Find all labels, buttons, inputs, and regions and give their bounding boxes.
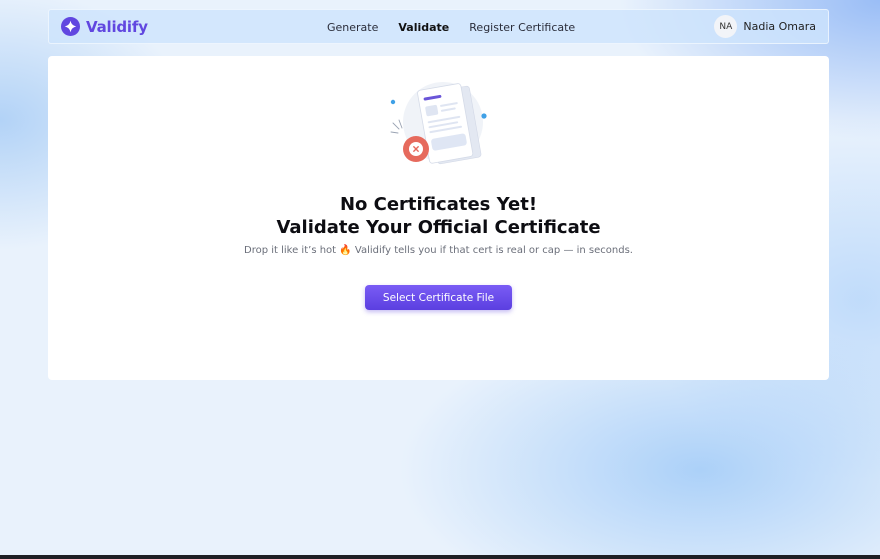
nav-link-register-certificate[interactable]: Register Certificate [469,21,575,34]
avatar[interactable]: NA [714,15,738,38]
user-name: Nadia Omara [743,20,816,33]
nav-menu: Generate Validate Register Certificate [327,21,575,34]
user-menu[interactable]: NA Nadia Omara [714,15,816,38]
top-navbar: Validify Generate Validate Register Cert… [48,9,829,44]
empty-state-card: No Certificates Yet! Validate Your Offic… [48,56,829,380]
empty-state-description: Drop it like it’s hot 🔥 Validify tells y… [244,245,633,256]
select-certificate-file-button[interactable]: Select Certificate File [365,285,512,310]
brand-name: Validify [86,17,148,36]
sparkle-logo-icon [61,17,80,36]
bottom-edge-bar [0,555,880,559]
nav-link-generate[interactable]: Generate [327,21,378,34]
empty-state-title: No Certificates Yet! [339,194,538,215]
document-rejected-icon [390,82,487,165]
brand-logo[interactable]: Validify [61,17,148,36]
nav-link-validate[interactable]: Validate [398,21,449,34]
empty-state-heading: Validate Your Official Certificate [276,217,601,238]
